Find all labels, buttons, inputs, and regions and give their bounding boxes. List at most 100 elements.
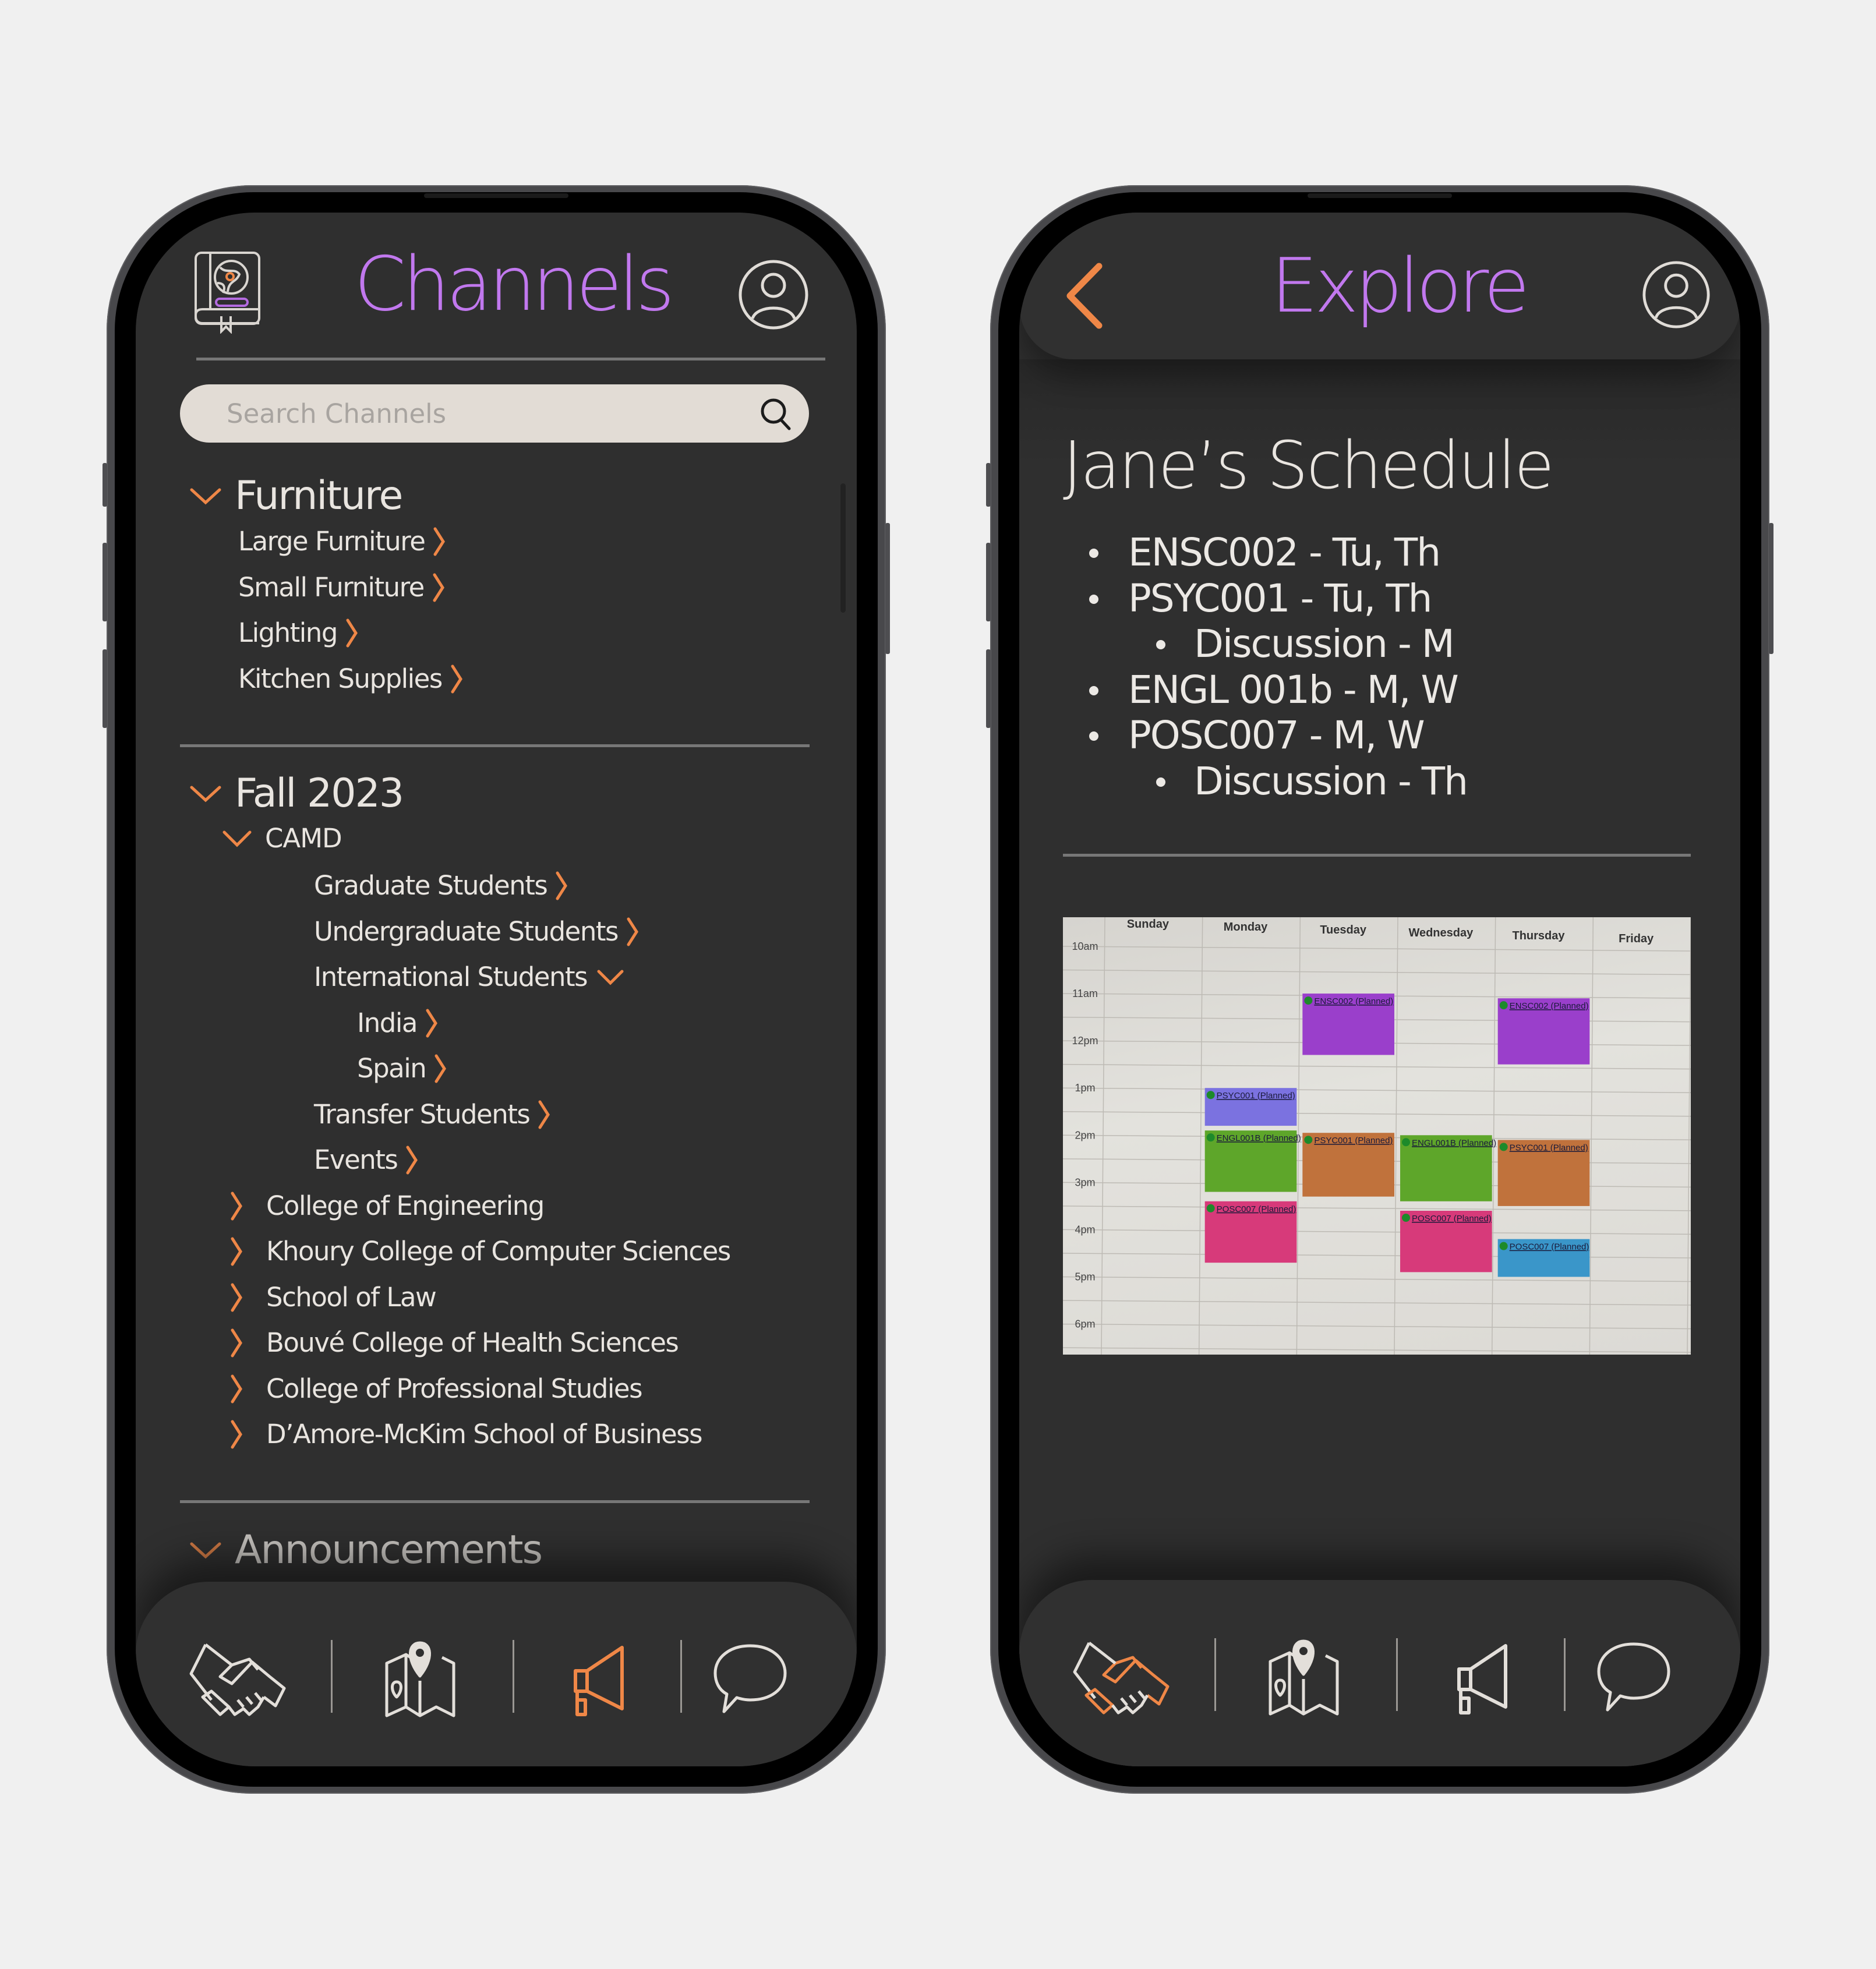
chevron-right-icon xyxy=(626,917,639,946)
grid-line xyxy=(1063,1063,1691,1070)
channel-large-furniture[interactable]: Large Furniture xyxy=(238,526,446,557)
megaphone-icon xyxy=(567,1642,631,1720)
course-text: PSYC001 - Tu, Th xyxy=(1128,575,1432,621)
grid-line xyxy=(1063,1206,1691,1211)
event-label: ENSC002 (Planned) xyxy=(1510,1001,1589,1011)
channel-transfer-students[interactable]: Transfer Students xyxy=(314,1099,550,1130)
chevron-down-icon xyxy=(189,486,222,506)
group-damore-mckim[interactable]: D’Amore-McKim School of Business xyxy=(230,1419,703,1450)
grid-line xyxy=(1063,1276,1691,1282)
section-fall-2023[interactable]: Fall 2023 xyxy=(189,770,404,816)
channel-spain[interactable]: Spain xyxy=(357,1053,447,1084)
check-icon xyxy=(1304,996,1313,1005)
event-label: PSYC001 (Planned) xyxy=(1314,1136,1393,1146)
group-label: School of Law xyxy=(266,1282,437,1313)
event-label: ENGL001B (Planned) xyxy=(1412,1138,1496,1148)
nav-messages[interactable] xyxy=(695,1634,805,1727)
grid-line xyxy=(1063,1229,1691,1235)
nav-explore[interactable] xyxy=(1248,1632,1359,1726)
chevron-right-icon xyxy=(230,1420,243,1449)
schedule-title: Jane’s Schedule xyxy=(1063,428,1554,504)
course-list: ENSC002 - Tu, Th PSYC001 - Tu, Th Discus… xyxy=(1063,530,1468,805)
speaker-grille xyxy=(424,193,568,198)
chevron-right-icon xyxy=(432,573,445,602)
group-label: D’Amore-McKim School of Business xyxy=(266,1419,703,1450)
nav-connect[interactable] xyxy=(1066,1632,1177,1726)
map-pin-icon xyxy=(1267,1638,1340,1720)
chevron-down-icon xyxy=(596,968,624,986)
course-item: Discussion - Th xyxy=(1063,758,1468,805)
chevron-right-icon xyxy=(433,527,446,556)
calendar-photo[interactable]: Sunday Monday Tuesday Wednesday Thursday Frid… xyxy=(1063,917,1691,1355)
channel-events[interactable]: Events xyxy=(314,1144,418,1175)
channel-international-students[interactable]: International Students xyxy=(314,961,624,992)
channel-kitchen-supplies[interactable]: Kitchen Supplies xyxy=(238,663,463,694)
check-icon xyxy=(1206,1133,1215,1142)
group-bouve-college[interactable]: Bouvé College of Health Sciences xyxy=(230,1327,679,1358)
check-icon xyxy=(1206,1091,1215,1100)
channel-undergraduate-students[interactable]: Undergraduate Students xyxy=(314,916,639,947)
section-announcements[interactable]: Announcements xyxy=(189,1527,543,1573)
event-label: ENSC002 (Planned) xyxy=(1314,996,1393,1006)
event-label: PSYC001 (Planned) xyxy=(1510,1143,1588,1153)
channels-screen: Channels Search Channels Furniture Large… xyxy=(136,213,857,1766)
top-bar: Explore xyxy=(1019,213,1740,359)
day-header: Monday xyxy=(1224,921,1268,934)
group-camd[interactable]: CAMD xyxy=(222,823,342,854)
event-label: POSC007 (Planned) xyxy=(1217,1204,1296,1214)
check-icon xyxy=(1499,1242,1508,1250)
section-furniture[interactable]: Furniture xyxy=(189,473,403,519)
nav-channels[interactable] xyxy=(1427,1632,1538,1726)
volume-up-button xyxy=(986,543,991,621)
channel-label: Small Furniture xyxy=(238,572,425,603)
nav-messages[interactable] xyxy=(1578,1632,1689,1726)
group-school-of-law[interactable]: School of Law xyxy=(230,1282,437,1313)
event-label: POSC007 (Planned) xyxy=(1412,1214,1492,1224)
grid-column-line xyxy=(1687,917,1691,1355)
section-label: Furniture xyxy=(235,473,403,519)
group-professional-studies[interactable]: College of Professional Studies xyxy=(230,1373,643,1404)
back-button[interactable] xyxy=(1064,259,1111,335)
group-label: Bouvé College of Health Sciences xyxy=(266,1327,679,1358)
day-header: Tuesday xyxy=(1320,924,1367,936)
channel-small-furniture[interactable]: Small Furniture xyxy=(238,572,445,603)
course-text: Discussion - M xyxy=(1194,621,1455,666)
page-title: Explore xyxy=(1271,243,1529,330)
chevron-right-icon xyxy=(230,1328,243,1358)
volume-down-button xyxy=(986,649,991,728)
nav-explore[interactable] xyxy=(365,1634,475,1727)
group-khoury-college[interactable]: Khoury College of Computer Sciences xyxy=(230,1236,731,1267)
section-divider xyxy=(180,744,810,747)
section-label: Fall 2023 xyxy=(235,770,404,816)
group-college-of-engineering[interactable]: College of Engineering xyxy=(230,1190,545,1221)
chevron-right-icon xyxy=(425,1009,438,1038)
event-label: PSYC001 (Planned) xyxy=(1217,1091,1295,1101)
day-header: Sunday xyxy=(1127,918,1170,931)
grid-line xyxy=(1063,1300,1691,1306)
channel-label: Large Furniture xyxy=(238,526,426,557)
grid-line xyxy=(1063,1323,1691,1330)
course-text: Discussion - Th xyxy=(1194,758,1468,804)
bullet xyxy=(1156,640,1165,649)
day-header: Wednesday xyxy=(1408,927,1474,939)
nav-channels[interactable] xyxy=(543,1634,654,1727)
nav-separator xyxy=(680,1640,682,1713)
time-label: 12pm xyxy=(1072,1035,1098,1047)
bottom-nav xyxy=(136,1582,857,1766)
event-label: POSC007 (Planned) xyxy=(1510,1242,1589,1252)
channel-label: Lighting xyxy=(238,617,338,648)
bullet xyxy=(1089,731,1098,741)
chevron-right-icon xyxy=(538,1100,550,1129)
channel-india[interactable]: India xyxy=(357,1008,438,1038)
course-text: ENSC002 - Tu, Th xyxy=(1128,530,1441,575)
channel-label: India xyxy=(357,1008,418,1038)
speaker-grille xyxy=(1308,193,1452,198)
course-item: POSC007 - M, W xyxy=(1063,713,1467,759)
phone-channels: Channels Search Channels Furniture Large… xyxy=(103,185,890,1794)
channel-lighting[interactable]: Lighting xyxy=(238,617,358,648)
grid-line xyxy=(1063,946,1691,952)
nav-connect[interactable] xyxy=(182,1634,293,1727)
channel-graduate-students[interactable]: Graduate Students xyxy=(314,870,568,901)
explore-screen: Explore Jane’s Schedule ENSC002 - Tu, Th… xyxy=(1019,213,1740,1766)
user-avatar-icon[interactable] xyxy=(1642,260,1711,329)
